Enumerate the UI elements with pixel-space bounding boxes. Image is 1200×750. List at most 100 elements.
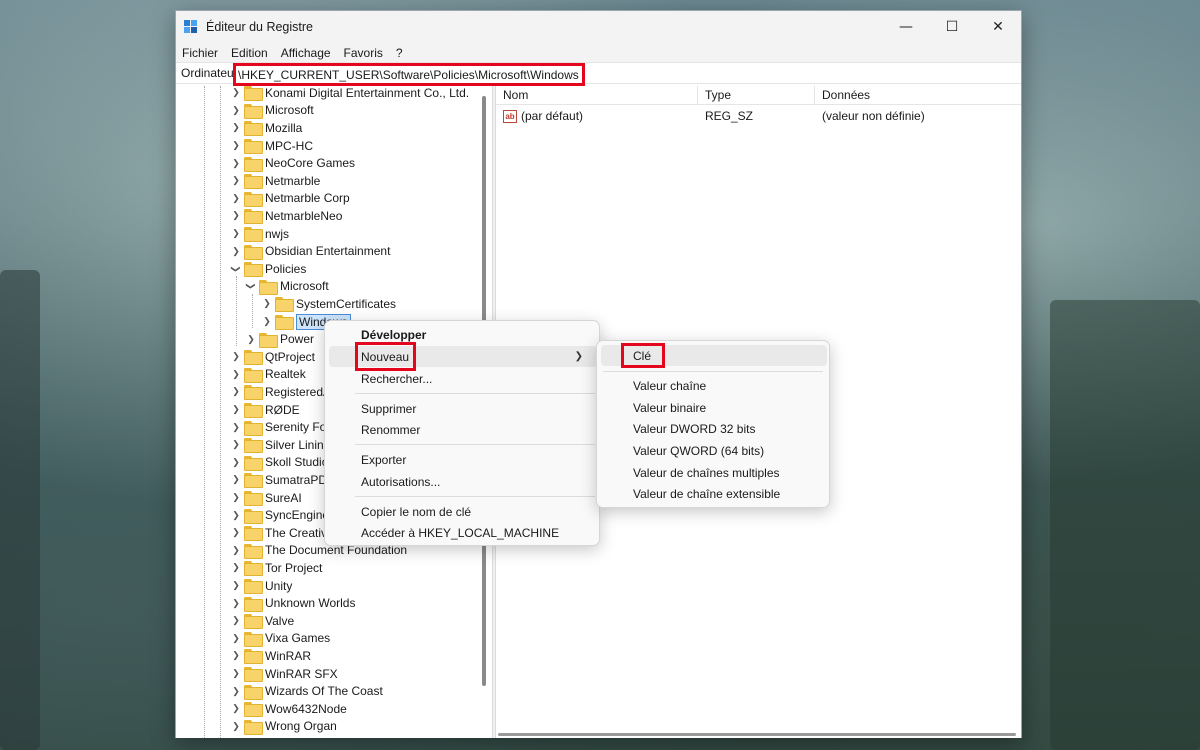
chevron-right-icon[interactable]: ❯ <box>230 703 242 715</box>
tree-item[interactable]: ❯ Vixa Games <box>230 630 330 648</box>
menu-affichage[interactable]: Affichage <box>281 46 331 60</box>
menu-edition[interactable]: Edition <box>231 46 268 60</box>
address-bar[interactable]: Ordinateur \HKEY_CURRENT_USER\Software\P… <box>176 62 1021 86</box>
tree-item[interactable]: ❯ WinRAR <box>230 647 311 665</box>
chevron-right-icon[interactable]: ❯ <box>261 316 273 328</box>
chevron-right-icon[interactable]: ❯ <box>230 140 242 152</box>
chevron-right-icon[interactable]: ❯ <box>230 668 242 680</box>
close-button[interactable]: ✕ <box>975 11 1021 43</box>
chevron-right-icon[interactable]: ❯ <box>230 157 242 169</box>
minimize-button[interactable]: — <box>883 11 929 43</box>
tree-item-policies[interactable]: ❯ Policies <box>230 260 306 278</box>
tree-item-policies-microsoft[interactable]: ❯ Microsoft <box>245 278 329 296</box>
chevron-right-icon[interactable]: ❯ <box>261 298 273 310</box>
chevron-right-icon[interactable]: ❯ <box>230 474 242 486</box>
chevron-right-icon[interactable]: ❯ <box>230 615 242 627</box>
tree-item[interactable]: ❯ Tor Project <box>230 559 322 577</box>
chevron-down-icon[interactable]: ❯ <box>245 280 257 292</box>
submenu-item-dword-value[interactable]: Valeur DWORD 32 bits <box>601 418 827 439</box>
scrollbar-thumb[interactable] <box>498 733 1016 736</box>
chevron-right-icon[interactable]: ❯ <box>230 192 242 204</box>
chevron-right-icon[interactable]: ❯ <box>230 228 242 240</box>
tree-item[interactable]: ❯ Realtek <box>230 366 306 384</box>
tree-item[interactable]: ❯ SystemCertificates <box>261 295 396 313</box>
tree-item[interactable]: ❯ Skoll Studio <box>230 454 328 472</box>
tree-item[interactable]: ❯ Wrong Organ <box>230 718 337 736</box>
submenu-item-qword-value[interactable]: Valeur QWORD (64 bits) <box>601 440 827 461</box>
tree-item[interactable]: ❯ Obsidian Entertainment <box>230 242 390 260</box>
tree-item[interactable]: ❯ WinRAR SFX <box>230 665 338 683</box>
chevron-right-icon[interactable]: ❯ <box>230 351 242 363</box>
chevron-right-icon[interactable]: ❯ <box>230 544 242 556</box>
submenu-item-binary-value[interactable]: Valeur binaire <box>601 397 827 418</box>
submenu-item-multi-string[interactable]: Valeur de chaînes multiples <box>601 462 827 483</box>
chevron-right-icon[interactable]: ❯ <box>230 720 242 732</box>
column-header-type[interactable]: Type <box>698 86 815 104</box>
chevron-right-icon[interactable]: ❯ <box>230 562 242 574</box>
tree-item[interactable]: ❯ Power <box>245 330 314 348</box>
tree-item[interactable]: ❯ SumatraPDF <box>230 471 334 489</box>
tree-item[interactable]: ❯ Mozilla <box>230 119 302 137</box>
chevron-right-icon[interactable]: ❯ <box>230 210 242 222</box>
tree-item[interactable]: ❯ Silver Lining <box>230 436 330 454</box>
chevron-right-icon[interactable]: ❯ <box>230 650 242 662</box>
tree-item[interactable]: ❯ RØDE <box>230 401 300 419</box>
column-header-data[interactable]: Données <box>815 86 1021 104</box>
address-path-highlighted[interactable]: \HKEY_CURRENT_USER\Software\Policies\Mic… <box>233 63 585 86</box>
tree-item[interactable]: ❯ RegisteredA <box>230 383 331 401</box>
menu-item-rename[interactable]: Renommer <box>329 419 597 440</box>
tree-item[interactable]: ❯ Serenity For <box>230 418 330 436</box>
tree-item[interactable]: ❯ The Creative <box>230 524 334 542</box>
chevron-right-icon[interactable]: ❯ <box>230 439 242 451</box>
chevron-right-icon[interactable]: ❯ <box>230 421 242 433</box>
chevron-right-icon[interactable]: ❯ <box>230 685 242 697</box>
chevron-right-icon[interactable]: ❯ <box>230 580 242 592</box>
submenu-item-expandable-string[interactable]: Valeur de chaîne extensible <box>601 483 827 504</box>
column-header-name[interactable]: Nom <box>496 86 698 104</box>
chevron-right-icon[interactable]: ❯ <box>230 404 242 416</box>
tree-item[interactable]: ❯ nwjs <box>230 225 289 243</box>
menu-help[interactable]: ? <box>396 46 403 60</box>
tree-item[interactable]: ❯ QtProject <box>230 348 315 366</box>
menu-favoris[interactable]: Favoris <box>344 46 383 60</box>
tree-item[interactable]: ❯ Unknown Worlds <box>230 594 355 612</box>
tree-item[interactable]: ❯ Wow6432Node <box>230 700 347 718</box>
chevron-right-icon[interactable]: ❯ <box>230 87 242 99</box>
tree-item[interactable]: ❯ Unity <box>230 577 292 595</box>
chevron-right-icon[interactable]: ❯ <box>230 104 242 116</box>
menu-item-goto-hklm[interactable]: Accéder à HKEY_LOCAL_MACHINE <box>329 522 597 543</box>
chevron-right-icon[interactable]: ❯ <box>230 492 242 504</box>
menu-item-copy-key-name[interactable]: Copier le nom de clé <box>329 501 597 522</box>
list-row[interactable]: ab (par défaut) REG_SZ (valeur non défin… <box>496 105 1021 127</box>
chevron-right-icon[interactable]: ❯ <box>230 368 242 380</box>
tree-item[interactable]: ❯ Wizards Of The Coast <box>230 682 383 700</box>
tree-item[interactable]: ❯ SyncEngine <box>230 506 329 524</box>
submenu-item-string-value[interactable]: Valeur chaîne <box>601 375 827 396</box>
menu-fichier[interactable]: Fichier <box>182 46 218 60</box>
chevron-right-icon[interactable]: ❯ <box>230 632 242 644</box>
tree-item[interactable]: ❯ SureAI <box>230 489 302 507</box>
menu-item-permissions[interactable]: Autorisations... <box>329 471 597 492</box>
chevron-right-icon[interactable]: ❯ <box>230 509 242 521</box>
menu-item-find[interactable]: Rechercher... <box>329 368 597 389</box>
chevron-right-icon[interactable]: ❯ <box>230 175 242 187</box>
chevron-right-icon[interactable]: ❯ <box>230 245 242 257</box>
tree-item[interactable]: ❯ Konami Digital Entertainment Co., Ltd. <box>230 86 469 102</box>
chevron-right-icon[interactable]: ❯ <box>245 333 257 345</box>
tree-item[interactable]: ❯ NeoCore Games <box>230 154 355 172</box>
menu-item-export[interactable]: Exporter <box>329 449 597 470</box>
tree-item[interactable]: ❯ Microsoft <box>230 102 314 120</box>
chevron-right-icon[interactable]: ❯ <box>230 597 242 609</box>
tree-item[interactable]: ❯ Valve <box>230 612 294 630</box>
maximize-button[interactable]: ☐ <box>929 11 975 43</box>
list-horizontal-scrollbar[interactable] <box>496 730 1021 738</box>
chevron-right-icon[interactable]: ❯ <box>230 456 242 468</box>
tree-item[interactable]: ❯ MPC-HC <box>230 137 313 155</box>
tree-item[interactable]: ❯ Netmarble Corp <box>230 190 350 208</box>
chevron-down-icon[interactable]: ❯ <box>230 263 242 275</box>
tree-item[interactable]: ❯ NetmarbleNeo <box>230 207 342 225</box>
chevron-right-icon[interactable]: ❯ <box>230 527 242 539</box>
chevron-right-icon[interactable]: ❯ <box>230 386 242 398</box>
menu-item-delete[interactable]: Supprimer <box>329 398 597 419</box>
tree-item[interactable]: ❯ Netmarble <box>230 172 320 190</box>
